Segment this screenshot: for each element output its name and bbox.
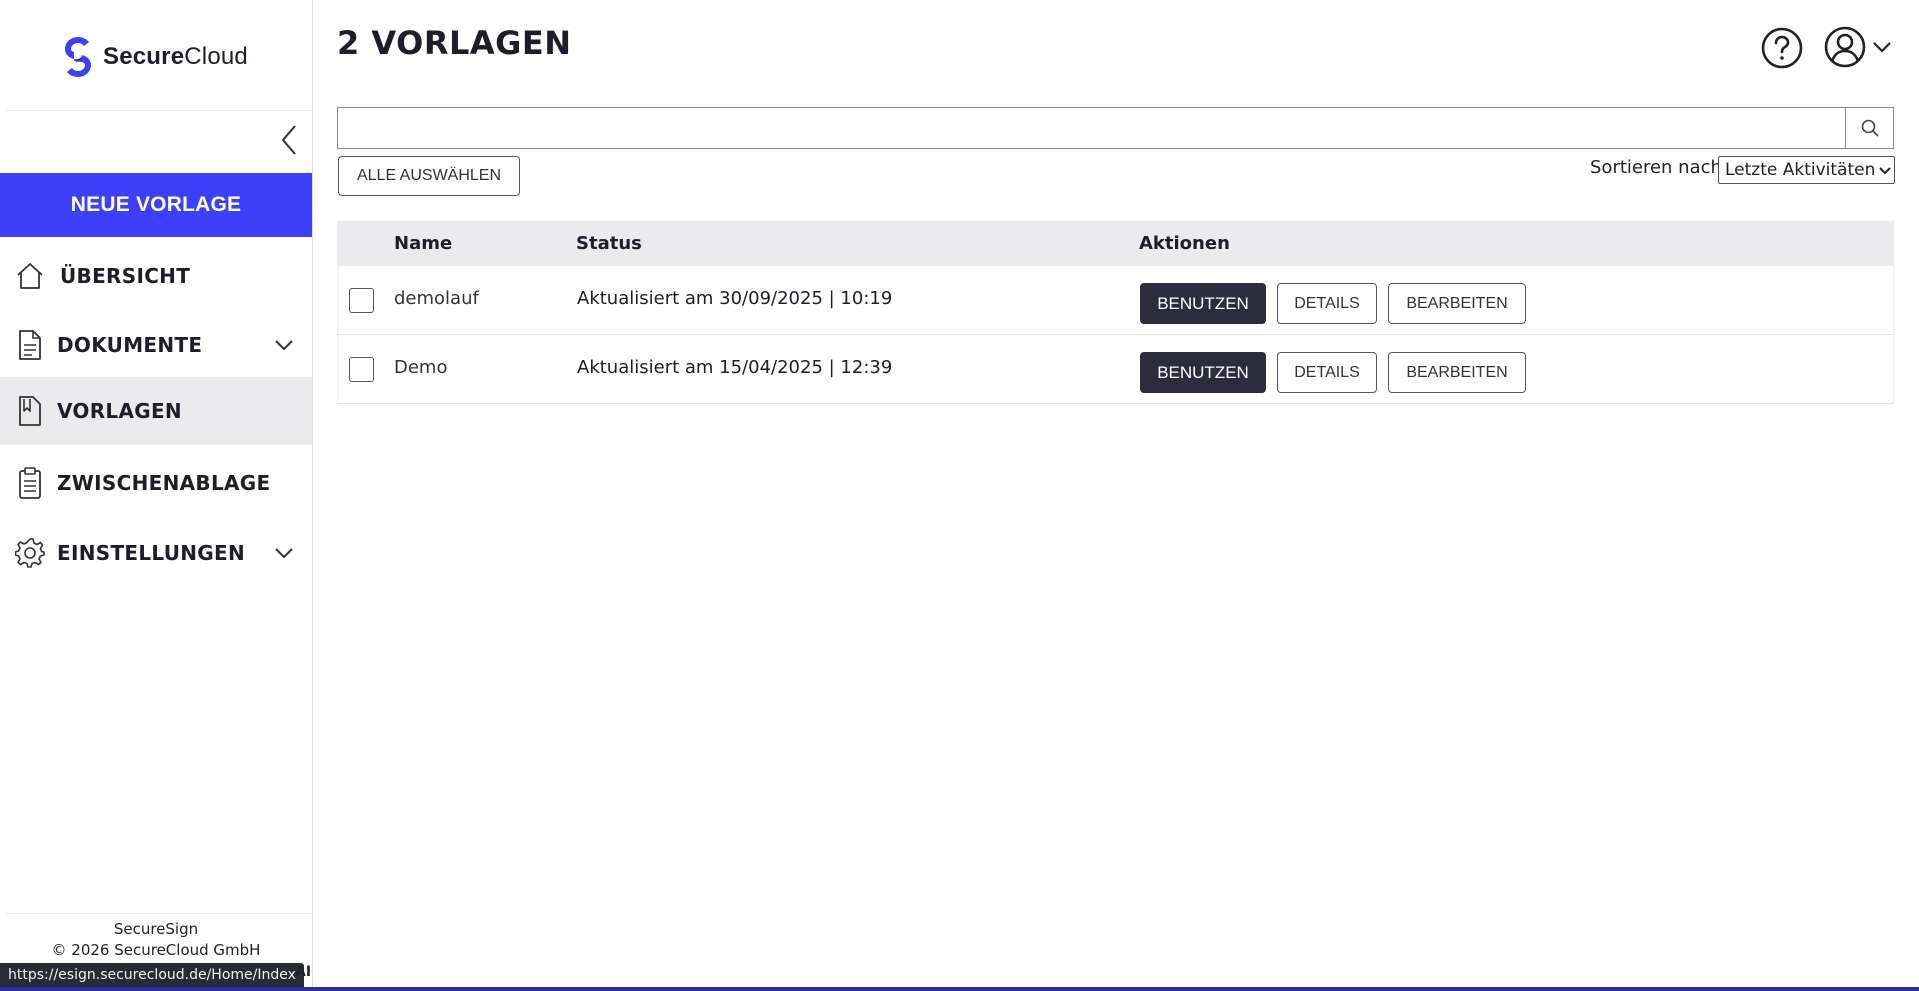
chevron-left-icon <box>281 125 296 155</box>
brand-name: SecureCloud <box>103 43 248 70</box>
chevron-down-icon <box>1873 42 1891 53</box>
search-bar <box>337 107 1894 149</box>
gear-icon <box>14 536 46 570</box>
details-button[interactable]: DETAILS <box>1277 352 1377 393</box>
sidebar-item-label: DOKUMENTE <box>57 333 203 357</box>
securecloud-logo-icon <box>65 37 91 77</box>
column-header-actions: Aktionen <box>1139 233 1230 254</box>
footer-copyright: © 2026 SecureCloud GmbH <box>51 941 261 959</box>
help-icon <box>1761 27 1803 69</box>
sidebar-item-label: VORLAGEN <box>57 399 182 423</box>
column-header-status: Status <box>576 233 642 254</box>
footer-divider <box>6 913 312 914</box>
select-all-button[interactable]: ALLE AUSWÄHLEN <box>338 156 520 196</box>
document-icon <box>14 328 46 362</box>
bottom-accent-bar <box>0 987 1919 991</box>
template-name[interactable]: Demo <box>394 357 447 378</box>
new-template-button[interactable]: NEUE VORLAGE <box>0 173 312 237</box>
home-icon <box>14 259 46 293</box>
page-title: 2 VORLAGEN <box>337 24 572 62</box>
brand-logo[interactable]: SecureCloud <box>62 33 248 81</box>
user-avatar-icon <box>1824 26 1866 68</box>
row-checkbox[interactable] <box>349 288 374 313</box>
sidebar-item-label: EINSTELLUNGEN <box>57 541 246 565</box>
row-checkbox[interactable] <box>349 357 374 382</box>
sidebar-item-overview[interactable]: ÜBERSICHT <box>0 242 312 310</box>
sidebar-divider <box>6 110 312 111</box>
template-name[interactable]: demolauf <box>394 288 479 309</box>
template-status: Aktualisiert am 15/04/2025 | 12:39 <box>577 357 893 378</box>
edit-button[interactable]: BEARBEITEN <box>1388 283 1526 324</box>
sidebar-item-clipboard[interactable]: ZWISCHENABLAGE <box>0 449 312 517</box>
footer-app-name: SecureSign <box>113 920 199 938</box>
sidebar-item-documents[interactable]: DOKUMENTE <box>0 311 312 379</box>
use-button[interactable]: BENUTZEN <box>1140 352 1266 393</box>
column-header-name: Name <box>394 233 453 254</box>
sidebar-item-settings[interactable]: EINSTELLUNGEN <box>0 519 312 587</box>
status-bar-trailing-text: AI <box>295 964 312 980</box>
sort-label: Sortieren nach: <box>1590 157 1728 178</box>
chevron-down-icon[interactable] <box>270 331 298 359</box>
search-button[interactable] <box>1845 108 1893 148</box>
sort-selected-value: Letzte Aktivitäten <box>1725 160 1876 180</box>
search-icon <box>1861 119 1879 137</box>
help-button[interactable] <box>1760 26 1804 70</box>
table-row: Demo Aktualisiert am 15/04/2025 | 12:39 … <box>337 335 1894 404</box>
sort-select[interactable]: Letzte Aktivitäten <box>1718 156 1895 184</box>
chevron-down-icon[interactable] <box>270 539 298 567</box>
search-input[interactable] <box>338 108 1845 148</box>
chevron-down-icon <box>1875 166 1894 175</box>
details-button[interactable]: DETAILS <box>1277 283 1377 324</box>
clipboard-icon <box>14 466 46 500</box>
template-status: Aktualisiert am 30/09/2025 | 10:19 <box>577 288 893 309</box>
sidebar-item-label: ÜBERSICHT <box>60 264 191 288</box>
status-bar-url: https://esign.securecloud.de/Home/Index <box>0 963 304 987</box>
sidebar-item-label: ZWISCHENABLAGE <box>57 471 271 495</box>
use-button[interactable]: BENUTZEN <box>1140 283 1266 324</box>
template-bookmark-icon <box>14 394 46 428</box>
sidebar: SecureCloud NEUE VORLAGE ÜBERSICHT DOKUM… <box>0 0 313 991</box>
user-menu-button[interactable] <box>1823 24 1895 70</box>
table-row: demolauf Aktualisiert am 30/09/2025 | 10… <box>337 266 1894 335</box>
sidebar-item-templates[interactable]: VORLAGEN <box>0 377 312 445</box>
collapse-sidebar-button[interactable] <box>274 122 304 158</box>
table-header: Name Status Aktionen <box>337 221 1894 266</box>
edit-button[interactable]: BEARBEITEN <box>1388 352 1526 393</box>
